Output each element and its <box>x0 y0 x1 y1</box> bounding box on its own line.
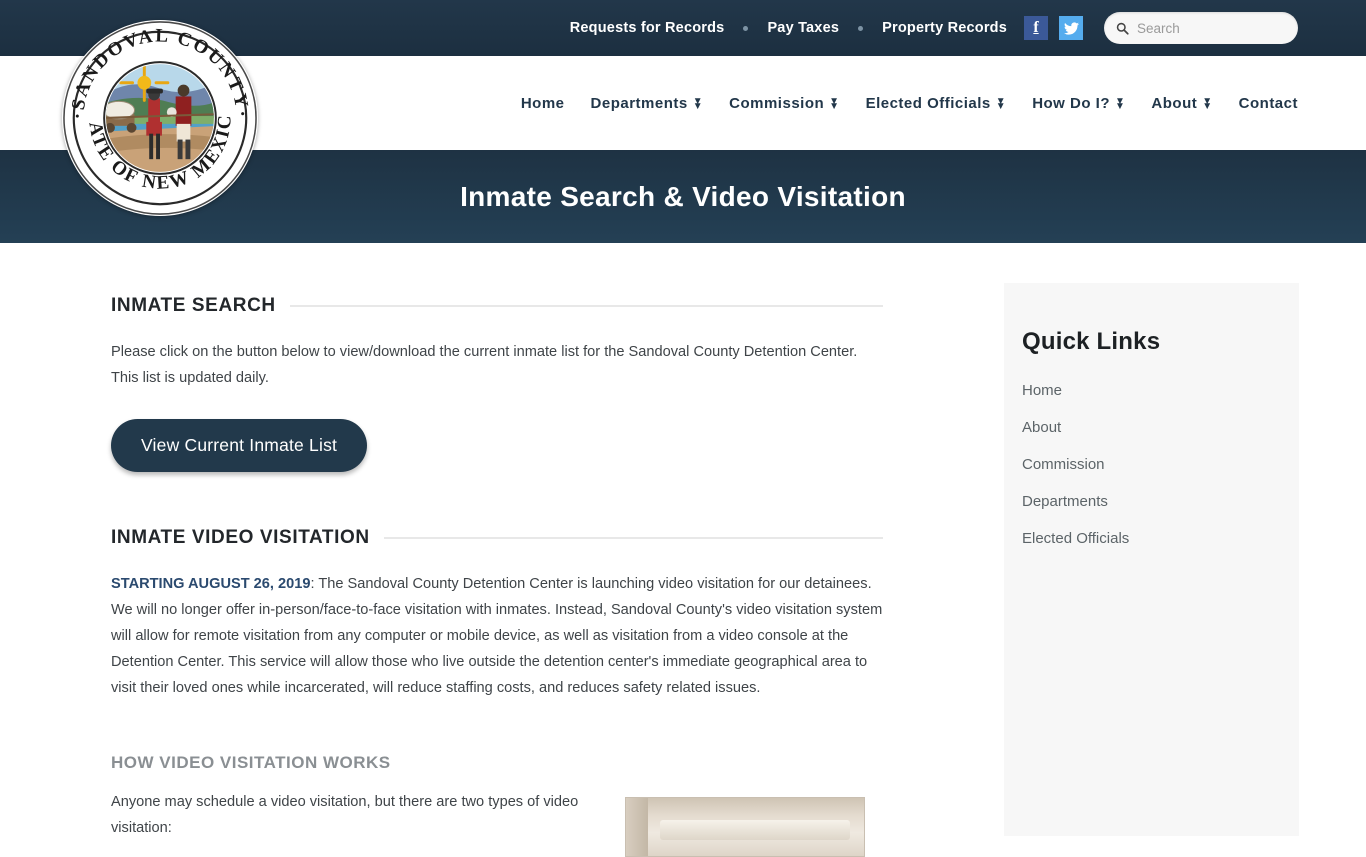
video-visitation-heading: INMATE VIDEO VISITATION <box>111 527 370 548</box>
quick-links-sidebar: Quick Links Home About Commission Depart… <box>1004 283 1299 836</box>
top-link-pay-taxes[interactable]: Pay Taxes <box>765 20 841 36</box>
quick-link-departments[interactable]: Departments <box>1022 493 1108 510</box>
heading-rule <box>383 537 883 539</box>
nav-label: Home <box>520 94 565 112</box>
chevron-down-icon: ▼ ▼ <box>692 95 704 112</box>
how-it-works-body: Anyone may schedule a video visitation, … <box>111 794 579 836</box>
view-current-inmate-list-button[interactable]: View Current Inmate List <box>111 419 368 472</box>
quick-link-commission[interactable]: Commission <box>1022 456 1105 473</box>
search-input[interactable] <box>1137 20 1287 36</box>
quick-link-home[interactable]: Home <box>1022 382 1062 399</box>
video-visitation-body: STARTING AUGUST 26, 2019: The Sandoval C… <box>111 571 883 701</box>
inmate-search-body: Please click on the button below to view… <box>111 344 858 386</box>
chevron-down-icon: ▼ ▼ <box>995 95 1007 112</box>
nav-label: How Do I? <box>1032 94 1111 112</box>
nav-label: Departments <box>590 94 688 112</box>
quick-link-about[interactable]: About <box>1022 419 1061 436</box>
twitter-bird-glyph <box>1063 21 1079 35</box>
main-nav: Home Departments ▼ ▼ Commission ▼ ▼ Electe… <box>521 95 1298 112</box>
nav-label: Commission <box>729 94 825 112</box>
sandoval-county-seal-logo[interactable]: ·SANDOVAL COUNTY· STATE OF NEW MEXICO <box>62 20 258 216</box>
twitter-icon[interactable] <box>1059 16 1083 40</box>
bullet-separator <box>858 25 864 31</box>
nav-item-elected-officials[interactable]: Elected Officials ▼ ▼ <box>866 95 1007 112</box>
top-links: Requests for Records Pay Taxes Property … <box>568 12 1298 44</box>
search-icon <box>1116 22 1129 35</box>
nav-item-departments[interactable]: Departments ▼ ▼ <box>591 95 704 112</box>
list-item: Elected Officials <box>1022 530 1299 548</box>
nav-item-about[interactable]: About ▼ ▼ <box>1151 95 1212 112</box>
search-box[interactable] <box>1104 12 1298 44</box>
chevron-down-icon: ▼ ▼ <box>1202 95 1213 112</box>
inmate-search-heading: INMATE SEARCH <box>111 295 276 316</box>
nav-item-home[interactable]: Home <box>521 95 565 112</box>
nav-label: Elected Officials <box>865 94 991 112</box>
facebook-icon[interactable]: f <box>1024 16 1048 40</box>
quick-links-title: Quick Links <box>1022 328 1161 355</box>
quick-links-list: Home About Commission Departments Electe… <box>1022 382 1299 548</box>
top-link-property-records[interactable]: Property Records <box>880 20 1009 36</box>
video-visitation-heading-row: INMATE VIDEO VISITATION <box>111 527 883 549</box>
nav-label: Contact <box>1238 94 1298 112</box>
nav-label: About <box>1151 94 1198 112</box>
list-item: Home <box>1022 382 1299 400</box>
bullet-separator <box>743 25 749 31</box>
list-item: Commission <box>1022 456 1299 474</box>
heading-rule <box>289 305 883 307</box>
list-item: Departments <box>1022 493 1299 511</box>
how-it-works-row: Anyone may schedule a video visitation, … <box>111 789 883 857</box>
chevron-down-icon: ▼ ▼ <box>829 95 840 112</box>
how-it-works-heading: HOW VIDEO VISITATION WORKS <box>111 753 391 772</box>
quick-link-elected-officials[interactable]: Elected Officials <box>1022 530 1129 547</box>
starting-date-emphasis: STARTING AUGUST 26, 2019 <box>111 576 311 592</box>
video-visitation-body-rest: : The Sandoval County Detention Center i… <box>111 576 883 696</box>
top-link-requests-for-records[interactable]: Requests for Records <box>568 20 727 36</box>
county-seal-icon: ·SANDOVAL COUNTY· STATE OF NEW MEXICO <box>62 20 257 215</box>
page-title: Inmate Search & Video Visitation <box>460 180 906 212</box>
inmate-search-heading-row: INMATE SEARCH <box>111 295 883 317</box>
list-item: About <box>1022 419 1299 437</box>
nav-item-contact[interactable]: Contact <box>1239 95 1298 112</box>
nav-item-commission[interactable]: Commission ▼ ▼ <box>729 95 839 112</box>
main-column: INMATE SEARCH Please click on the button… <box>111 295 883 857</box>
nav-item-how-do-i[interactable]: How Do I? ▼ ▼ <box>1032 95 1125 112</box>
chevron-down-icon: ▼ ▼ <box>1115 95 1126 112</box>
facebook-glyph: f <box>1033 19 1039 36</box>
video-visitation-photo <box>625 797 865 857</box>
